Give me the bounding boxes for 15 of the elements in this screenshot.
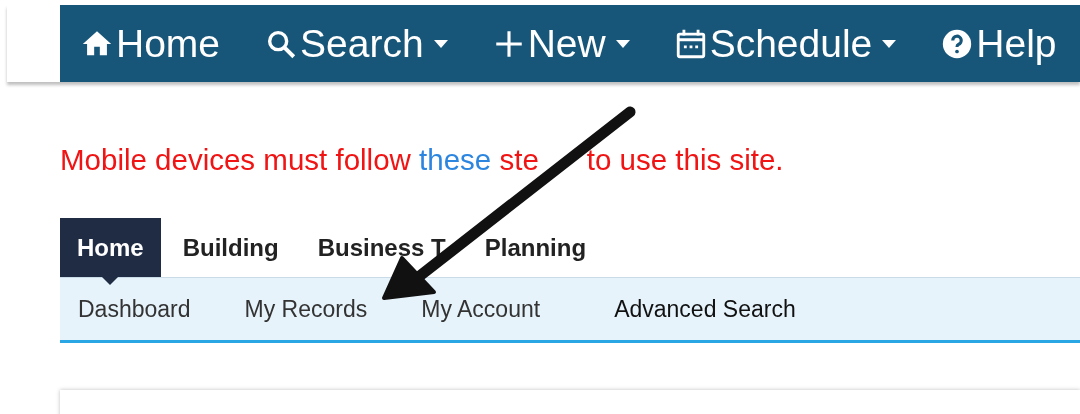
notice-text: Mobile devices must follow these ste xyxy=(60,143,539,177)
nav-menu-item[interactable]: Home xyxy=(80,21,221,66)
sub-nav-link[interactable]: My Account xyxy=(421,295,541,323)
sub-nav-link[interactable]: My Records xyxy=(244,295,368,323)
sub-nav-link[interactable]: Dashboard xyxy=(78,295,191,323)
nav-menu-item[interactable]: Help xyxy=(940,21,1057,66)
nav-menu-item[interactable]: Search xyxy=(264,21,448,66)
steps-link[interactable]: these xyxy=(419,143,492,176)
module-tab[interactable]: Business T xyxy=(300,218,463,277)
nav-menu-item[interactable]: New xyxy=(491,21,630,66)
module-tab[interactable]: Building xyxy=(165,218,296,277)
nav-menu-item[interactable]: Schedule xyxy=(673,21,897,66)
notice-text: to use this site. xyxy=(586,143,784,177)
sub-nav-link[interactable]: Advanced Search xyxy=(614,295,796,323)
module-tab[interactable]: Planning xyxy=(467,218,604,277)
